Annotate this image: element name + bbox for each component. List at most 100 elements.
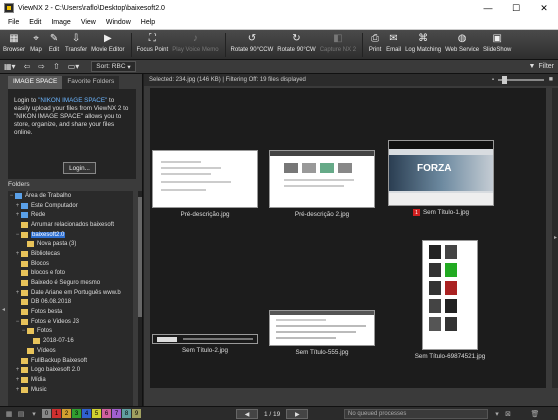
expand-toggle-icon[interactable]: − [14,232,21,238]
thumbnail-size-slider[interactable] [498,76,544,84]
trash-icon[interactable]: 🗑 [530,409,540,419]
tab-favorite-folders[interactable]: Favorite Folders [62,76,120,89]
expand-toggle-icon[interactable]: + [14,387,21,393]
label-5-button[interactable]: 5 [92,409,101,418]
focus-point-button[interactable]: ⛶ Focus Point [137,30,169,60]
layout-icon[interactable]: ▦ [4,409,14,419]
queue-status-field[interactable]: No queued processes [344,409,488,419]
view-grid-icon[interactable]: ▦▾ [0,62,20,71]
thumbnail-size-knob[interactable] [502,76,507,84]
thumbnail-cell[interactable]: FORZA 1 Sem Título-1.jpg [386,140,496,216]
label-8-button[interactable]: 8 [122,409,131,418]
label-dropdown-icon[interactable]: ▾ [29,409,39,419]
login-button[interactable]: Login... [63,162,96,174]
thumbnail-cell[interactable]: Pré-descrição 2.jpg [267,150,377,218]
folder-tree-item[interactable]: Baixedo é Seguro mesmo [8,278,133,288]
label-1-button[interactable]: 1 [52,409,61,418]
back-arrow-icon[interactable]: ⇦ [20,62,35,71]
up-folder-icon[interactable]: ⇧ [49,62,64,71]
folder-tree-item[interactable]: FullBackup Baixesoft [8,356,133,366]
minimize-button[interactable]: — [474,0,502,16]
history-icon[interactable]: ▭▾ [64,62,84,71]
label-7-button[interactable]: 7 [112,409,121,418]
slideshow-button[interactable]: ▣ SlideShow [483,30,511,60]
thumbnail-cell[interactable]: Sem Título-69874521.jpg [400,240,500,360]
label-2-button[interactable]: 2 [62,409,71,418]
next-image-button[interactable]: ▶ [286,409,309,419]
folder-tree-item[interactable]: Blocos [8,259,133,269]
sort-dropdown[interactable]: Sort: RBC ▾ [91,61,136,72]
expand-toggle-icon[interactable]: + [14,290,21,296]
thumbnail-image[interactable] [152,150,258,208]
folder-tree-item[interactable]: − Fotos e Videos J3 [8,317,133,327]
expand-toggle-icon[interactable]: + [14,377,21,383]
folder-tree-item[interactable]: + Bibliotecas [8,249,133,259]
expand-right-panel-icon[interactable]: ▸ [554,234,557,241]
folder-tree-item[interactable]: Nova pasta (3) [8,239,133,249]
browser-button[interactable]: ▦ Browser [3,30,25,60]
transfer-button[interactable]: ⇩ Transfer [65,30,87,60]
folder-tree-scrollbar[interactable] [138,191,142,406]
rotate-ccw-button[interactable]: ↺ Rotate 90°CCW [231,30,274,60]
label-6-button[interactable]: 6 [102,409,111,418]
folder-tree-item[interactable]: + Este Computador [8,201,133,211]
menu-window[interactable]: Window [101,19,136,26]
expand-toggle-icon[interactable]: + [14,212,21,218]
filter-button[interactable]: ▼ Filter [529,61,555,72]
menu-view[interactable]: View [76,19,101,26]
menu-edit[interactable]: Edit [24,19,46,26]
thumbnail-cell[interactable]: Sem Título-2.jpg [150,334,260,354]
print-button[interactable]: ⎙ Print [368,30,382,60]
folder-tree-item[interactable]: + Music [8,385,133,395]
image-space-link[interactable]: "NIKON IMAGE SPACE" [38,97,107,104]
label-3-button[interactable]: 3 [72,409,81,418]
email-button[interactable]: ✉ Email [386,30,401,60]
folder-tree-item[interactable]: + Rede [8,210,133,220]
movie-editor-button[interactable]: ▶ Movie Editor [91,30,124,60]
tab-image-space[interactable]: IMAGE SPACE [8,76,63,89]
folder-tree-scroll-thumb[interactable] [138,197,142,317]
thumbnail-image[interactable] [422,240,478,350]
expand-toggle-icon[interactable]: − [14,319,21,325]
folder-tree-item[interactable]: + Date Ariane em Português www.b [8,288,133,298]
expand-toggle-icon[interactable]: − [20,328,27,334]
label-9-button[interactable]: 9 [132,409,141,418]
menu-help[interactable]: Help [136,19,160,26]
menu-file[interactable]: File [3,19,24,26]
queue-dropdown-icon[interactable]: ▾ [492,409,502,419]
expand-toggle-icon[interactable]: + [14,367,21,373]
folder-tree-item[interactable]: DB 06.08.2018 [8,298,133,308]
expand-toggle-icon[interactable]: + [14,251,21,257]
panel-icon[interactable]: ▤ [16,409,26,419]
log-matching-button[interactable]: ⌘ Log Matching [405,30,441,60]
folder-tree-item[interactable]: Vídeos [8,346,133,356]
expand-toggle-icon[interactable]: − [8,193,15,199]
cancel-queue-icon[interactable]: ⊠ [503,409,513,419]
label-0-button[interactable]: 0 [42,409,51,418]
zoom-in-icon[interactable]: ■ [549,76,553,83]
folder-tree-item[interactable]: − baixesoft2.0 [8,230,133,240]
thumbnail-image[interactable] [269,310,375,346]
folder-tree-item[interactable]: blocos e foto [8,269,133,279]
thumbnail-cell[interactable]: Sem Título-555.jpg [267,310,377,356]
maximize-button[interactable]: ☐ [502,0,530,16]
expand-toggle-icon[interactable]: + [14,203,21,209]
thumbnail-image[interactable]: FORZA [388,140,494,206]
edit-button[interactable]: ✎ Edit [47,30,61,60]
capture-nx-button[interactable]: ◧ Capture NX 2 [320,30,356,60]
folder-tree-item[interactable]: − Fotos [8,327,133,337]
thumbnail-image[interactable] [152,334,258,344]
zoom-out-icon[interactable]: ▪ [492,77,494,83]
web-service-button[interactable]: ◍ Web Service [445,30,479,60]
collapse-left-panel-icon[interactable]: ◂ [2,306,5,313]
thumbnail-image[interactable] [269,150,375,208]
folder-tree-item[interactable]: 2018-07-16 [8,336,133,346]
folder-tree-item[interactable]: + Logo baixesoft 2.0 [8,365,133,375]
previous-image-button[interactable]: ◀ [236,409,258,419]
close-button[interactable]: ✕ [530,0,558,16]
label-4-button[interactable]: 4 [82,409,91,418]
folder-tree-item[interactable]: + Mídia [8,375,133,385]
rotate-cw-button[interactable]: ↻ Rotate 90°CW [277,30,315,60]
forward-arrow-icon[interactable]: ⇨ [34,62,49,71]
folder-tree-item[interactable]: − Área de Trabalho [8,191,133,201]
